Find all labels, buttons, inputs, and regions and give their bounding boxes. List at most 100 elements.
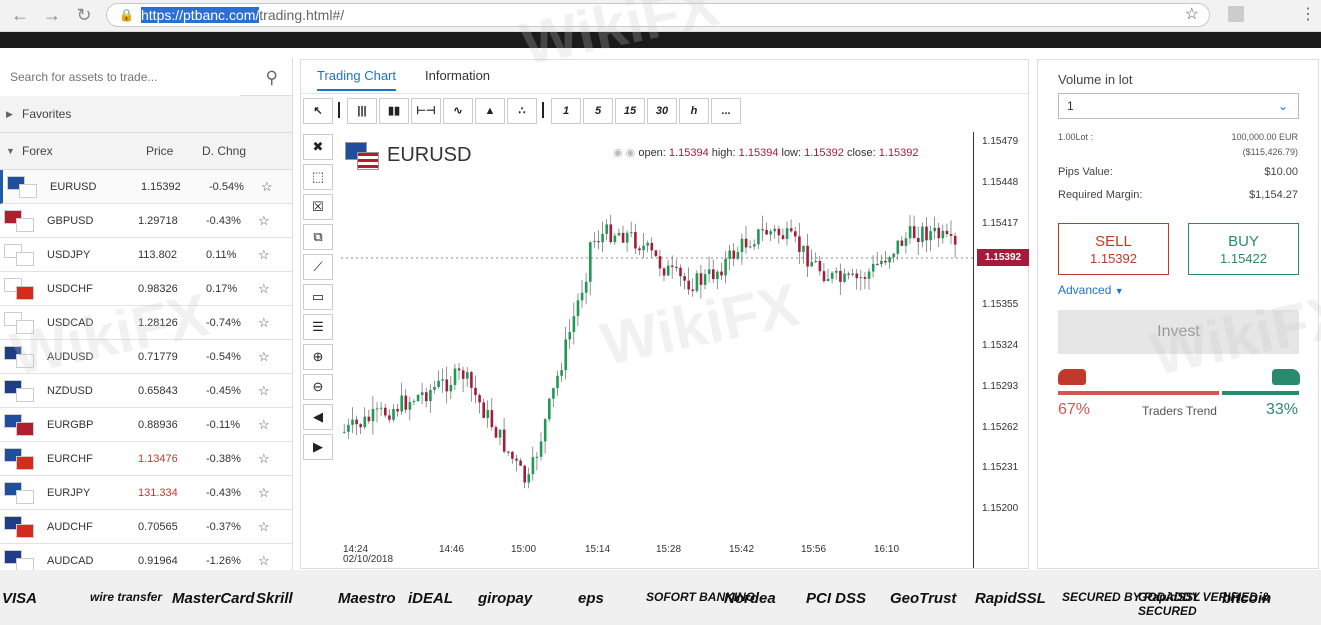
period-hour-button[interactable]: h bbox=[679, 98, 709, 124]
scroll-right-icon[interactable]: ▶ bbox=[303, 434, 333, 460]
asset-row[interactable]: USDCAD 1.28126 -0.74% ☆ bbox=[0, 306, 292, 340]
favorite-star-icon[interactable]: ☆ bbox=[258, 238, 270, 272]
area-icon[interactable]: ▲ bbox=[475, 98, 505, 124]
dots-icon[interactable]: ∴ bbox=[507, 98, 537, 124]
search-icon[interactable]: ⚲ bbox=[266, 68, 278, 88]
price-tick-label: 1.15231 bbox=[982, 462, 1019, 474]
invest-button[interactable]: Invest bbox=[1058, 310, 1299, 354]
favorite-star-icon[interactable]: ☆ bbox=[258, 476, 270, 510]
bull-icon bbox=[1272, 369, 1300, 385]
tab-trading-chart[interactable]: Trading Chart bbox=[317, 68, 396, 91]
payment-logo: bitcoin bbox=[1222, 590, 1272, 607]
favorite-star-icon[interactable]: ☆ bbox=[258, 544, 270, 570]
asset-row[interactable]: AUDCHF 0.70565 -0.37% ☆ bbox=[0, 510, 292, 544]
more-periods-button[interactable]: ... bbox=[711, 98, 741, 124]
candle-body bbox=[498, 429, 502, 438]
asset-row[interactable]: EURGBP 0.88936 -0.11% ☆ bbox=[0, 408, 292, 442]
candle-body bbox=[515, 458, 518, 461]
close-icon[interactable]: ✖ bbox=[303, 134, 333, 160]
period-1-button[interactable]: 1 bbox=[551, 98, 581, 124]
currency-flag-icon bbox=[4, 550, 36, 570]
tab-information[interactable]: Information bbox=[425, 68, 490, 83]
sell-button[interactable]: SELL 1.15392 bbox=[1058, 223, 1169, 275]
candle-body bbox=[675, 266, 678, 268]
favorite-star-icon[interactable]: ☆ bbox=[258, 408, 270, 442]
ohlc-icon[interactable]: ⊢⊣ bbox=[411, 98, 441, 124]
asset-row[interactable]: USDCHF 0.98326 0.17% ☆ bbox=[0, 272, 292, 306]
favorite-star-icon[interactable]: ☆ bbox=[258, 442, 270, 476]
favorite-star-icon[interactable]: ☆ bbox=[258, 510, 270, 544]
favorite-star-icon[interactable]: ☆ bbox=[258, 204, 270, 238]
clone-icon[interactable]: ⧉ bbox=[303, 224, 333, 250]
volume-select[interactable]: 1 ⌄ bbox=[1058, 93, 1299, 119]
candle-body bbox=[548, 398, 551, 420]
candle-body bbox=[347, 424, 350, 432]
asset-row[interactable]: EURUSD 1.15392 -0.54% ☆ bbox=[0, 170, 292, 204]
asset-row[interactable]: USDJPY 113.802 0.11% ☆ bbox=[0, 238, 292, 272]
payment-logo: MasterCard bbox=[172, 590, 255, 607]
candle-body bbox=[494, 427, 498, 438]
asset-row[interactable]: EURCHF 1.13476 -0.38% ☆ bbox=[0, 442, 292, 476]
zoom-out-icon[interactable]: ⊖ bbox=[303, 374, 333, 400]
asset-row[interactable]: GBPUSD 1.29718 -0.43% ☆ bbox=[0, 204, 292, 238]
period-30-button[interactable]: 30 bbox=[647, 98, 677, 124]
asset-price: 131.334 bbox=[138, 487, 178, 499]
favorite-star-icon[interactable]: ☆ bbox=[258, 272, 270, 306]
asset-row[interactable]: AUDUSD 0.71779 -0.54% ☆ bbox=[0, 340, 292, 374]
forex-group[interactable]: ▼ Forex Price D. Chng bbox=[0, 133, 292, 170]
candle-body bbox=[900, 240, 904, 246]
toolbar-divider bbox=[338, 102, 340, 118]
candle-body bbox=[408, 402, 412, 410]
asset-row[interactable]: AUDCAD 0.91964 -1.26% ☆ bbox=[0, 544, 292, 570]
candle-body bbox=[880, 260, 883, 265]
asset-row[interactable]: NZDUSD 0.65843 -0.45% ☆ bbox=[0, 374, 292, 408]
asset-price: 0.88936 bbox=[138, 419, 178, 431]
advanced-toggle[interactable]: Advanced ▼ bbox=[1058, 283, 1124, 297]
fib-lines-icon[interactable]: ☰ bbox=[303, 314, 333, 340]
buy-button[interactable]: BUY 1.15422 bbox=[1188, 223, 1299, 275]
favorites-group[interactable]: ▶ Favorites bbox=[0, 96, 292, 133]
price-tick-label: 1.15355 bbox=[982, 299, 1019, 311]
payment-logo: wire transfer bbox=[90, 590, 163, 604]
rectangle-icon[interactable]: ▭ bbox=[303, 284, 333, 310]
line-icon[interactable]: ∿ bbox=[443, 98, 473, 124]
favorite-star-icon[interactable]: ☆ bbox=[261, 170, 273, 204]
asset-search-input[interactable] bbox=[0, 58, 240, 96]
asset-row[interactable]: EURJPY 131.334 -0.43% ☆ bbox=[0, 476, 292, 510]
zoom-in-icon[interactable]: ⊕ bbox=[303, 344, 333, 370]
select-icon[interactable]: ⬚ bbox=[303, 164, 333, 190]
asset-symbol: USDCAD bbox=[47, 317, 94, 329]
time-tick-label: 14:46 bbox=[439, 544, 465, 555]
scroll-left-icon[interactable]: ◀ bbox=[303, 404, 333, 430]
price-tick-label: 1.15479 bbox=[982, 136, 1019, 147]
candle-body bbox=[523, 465, 526, 483]
trend-line-icon[interactable]: ⟋ bbox=[303, 254, 333, 280]
candle-body bbox=[617, 232, 621, 236]
candles-icon[interactable]: ▮▮ bbox=[379, 98, 409, 124]
candle-body bbox=[560, 370, 563, 376]
address-bar[interactable]: 🔒 https://ptbanc.com/trading.html#/ ☆ bbox=[106, 3, 1210, 27]
browser-menu-icon[interactable]: ⋮ bbox=[1300, 4, 1316, 24]
candle-body bbox=[552, 388, 555, 399]
candlestick-chart[interactable] bbox=[341, 132, 973, 568]
bars-icon[interactable]: ||| bbox=[347, 98, 377, 124]
favorite-star-icon[interactable]: ☆ bbox=[258, 340, 270, 374]
candle-body bbox=[470, 372, 473, 388]
forward-icon[interactable]: → bbox=[40, 4, 64, 26]
extension-icon[interactable] bbox=[1228, 6, 1244, 22]
period-5-button[interactable]: 5 bbox=[583, 98, 613, 124]
period-15-button[interactable]: 15 bbox=[615, 98, 645, 124]
currency-flag-icon bbox=[4, 448, 36, 470]
reload-icon[interactable]: ↻ bbox=[72, 4, 96, 26]
asset-symbol: USDJPY bbox=[47, 249, 91, 261]
favorite-star-icon[interactable]: ☆ bbox=[258, 306, 270, 340]
candle-body bbox=[392, 408, 395, 420]
delete-drawings-icon[interactable]: ☒ bbox=[303, 194, 333, 220]
favorite-star-icon[interactable]: ☆ bbox=[258, 374, 270, 408]
back-icon[interactable]: ← bbox=[8, 4, 32, 26]
cursor-icon[interactable]: ↖ bbox=[303, 98, 333, 124]
candle-body bbox=[933, 227, 936, 232]
bookmark-star-icon[interactable]: ☆ bbox=[1185, 4, 1199, 26]
candle-body bbox=[461, 370, 465, 379]
candle-body bbox=[761, 229, 764, 231]
